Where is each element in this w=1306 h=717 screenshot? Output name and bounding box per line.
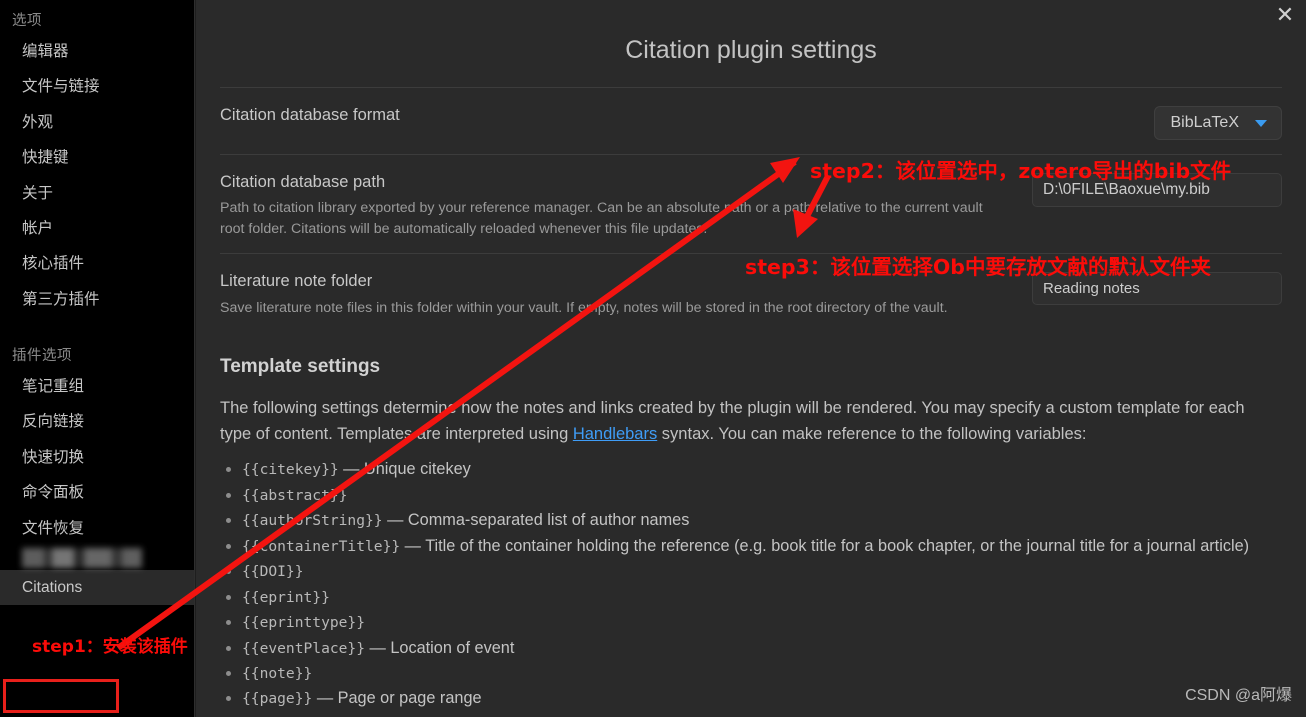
handlebars-link[interactable]: Handlebars [573, 425, 657, 443]
setting-citation-database-path: Citation database path Path to citation … [220, 155, 1282, 253]
template-variables-list: {{citekey}} — Unique citekey {{abstract}… [242, 457, 1282, 710]
list-item: {{eprinttype}} [242, 610, 1282, 634]
watermark: CSDN @a阿爆 [1185, 687, 1292, 704]
variable-code: {{eventPlace}} [242, 639, 366, 657]
sidebar-group-plugin-options: 插件选项 笔记重组 反向链接 快速切换 命令面板 文件恢复 Citations [0, 335, 194, 606]
sidebar-item-community-plugins[interactable]: 第三方插件 [0, 282, 194, 317]
variable-desc: — Page or page range [312, 689, 482, 708]
variable-desc: — Location of event [365, 638, 515, 657]
sidebar-group-title-options: 选项 [12, 13, 42, 29]
variable-code: {{abstract}} [242, 486, 348, 504]
variable-code: {{containerTitle}} [242, 537, 401, 555]
setting-literature-note-folder: Literature note folder Save literature n… [220, 254, 1282, 332]
list-item: {{page}} — Page or page range [242, 686, 1282, 710]
close-icon[interactable]: ✕ [1272, 2, 1298, 28]
list-item: {{containerTitle}} — Title of the contai… [242, 534, 1282, 558]
sidebar-group-options: 选项 编辑器 文件与链接 外观 快捷键 关于 帐户 核心插件 第三方插件 [0, 0, 194, 317]
sidebar-item-hotkeys[interactable]: 快捷键 [0, 140, 194, 175]
chevron-down-icon [1255, 119, 1267, 127]
setting-label: Citation database path [220, 173, 386, 191]
dropdown-value: BibLaTeX [1170, 114, 1240, 131]
variable-code: {{DOI}} [242, 563, 304, 581]
sidebar-item-about[interactable]: 关于 [0, 176, 194, 211]
template-desc-part2: syntax. You can make reference to the fo… [657, 424, 1087, 443]
variable-desc: — Unique citekey [338, 460, 471, 479]
setting-description: Path to citation library exported by you… [220, 200, 983, 237]
sidebar-item-appearance[interactable]: 外观 [0, 105, 194, 140]
settings-sidebar[interactable]: 选项 编辑器 文件与链接 外观 快捷键 关于 帐户 核心插件 第三方插件 插件选… [0, 0, 195, 717]
citations-highlight-box [3, 679, 119, 713]
sidebar-item-backlinks[interactable]: 反向链接 [0, 404, 194, 439]
list-item: {{eprint}} [242, 585, 1282, 609]
sidebar-item-note-composer[interactable]: 笔记重组 [0, 369, 194, 404]
literature-note-folder-input[interactable] [1032, 272, 1282, 306]
sidebar-group-title-plugin-options: 插件选项 [12, 348, 72, 364]
settings-main-panel: ✕ Citation plugin settings Citation data… [196, 0, 1306, 717]
sidebar-item-command-palette[interactable]: 命令面板 [0, 475, 194, 510]
settings-window: 选项 编辑器 文件与链接 外观 快捷键 关于 帐户 核心插件 第三方插件 插件选… [0, 0, 1306, 717]
setting-label: Literature note folder [220, 272, 373, 291]
setting-description: Save literature note files in this folde… [220, 299, 948, 316]
settings-scroll-area[interactable]: Citation database format BibLaTeX Citati… [196, 87, 1306, 717]
variable-desc: — Comma-separated list of author names [382, 511, 690, 530]
setting-label: Citation database format [220, 106, 400, 124]
sidebar-item-quick-switcher[interactable]: 快速切换 [0, 440, 194, 475]
list-item: {{citekey}} — Unique citekey [242, 457, 1282, 481]
page-title: Citation plugin settings [625, 36, 877, 64]
sidebar-item-core-plugins[interactable]: 核心插件 [0, 246, 194, 281]
list-item: {{authorString}} — Comma-separated list … [242, 508, 1282, 532]
variable-code: {{page}} [242, 690, 313, 708]
sidebar-item-files-links[interactable]: 文件与链接 [0, 69, 194, 104]
list-item: {{abstract}} [242, 483, 1282, 507]
sidebar-item-file-recovery[interactable]: 文件恢复 [0, 511, 194, 546]
sidebar-item-citations[interactable]: Citations [0, 569, 194, 606]
variable-code: {{note}} [242, 664, 313, 682]
list-item: {{note}} [242, 661, 1282, 685]
variable-code: {{citekey}} [242, 461, 339, 479]
sidebar-item-editor[interactable]: 编辑器 [0, 34, 194, 69]
variable-code: {{authorString}} [242, 512, 383, 530]
variable-code: {{eprint}} [242, 588, 330, 606]
sidebar-item-redacted[interactable] [22, 547, 142, 568]
citation-database-path-input[interactable] [1032, 173, 1282, 207]
citation-database-format-dropdown[interactable]: BibLaTeX [1153, 106, 1282, 140]
variable-desc: — Title of the container holding the ref… [400, 536, 1250, 555]
setting-citation-database-format: Citation database format BibLaTeX [220, 88, 1282, 154]
template-settings-description: The following settings determine how the… [220, 396, 1265, 447]
variable-code: {{eprinttype}} [242, 614, 366, 632]
template-settings-heading: Template settings [220, 356, 381, 378]
sidebar-item-account[interactable]: 帐户 [0, 211, 194, 246]
list-item: {{DOI}} [242, 559, 1282, 583]
list-item: {{eventPlace}} — Location of event [242, 636, 1282, 660]
